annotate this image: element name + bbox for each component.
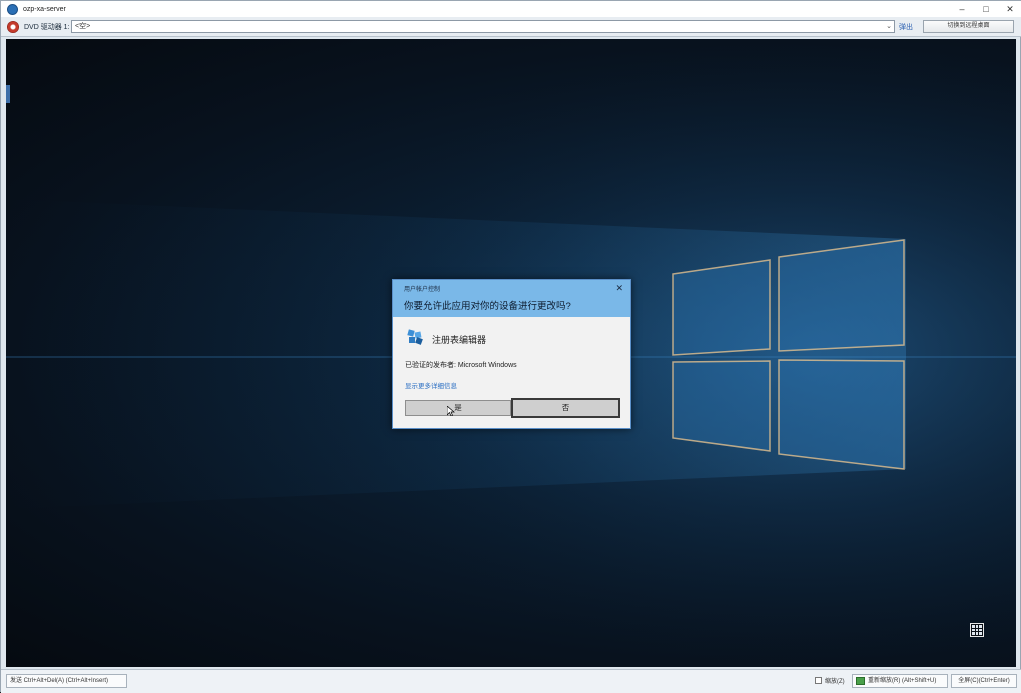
uac-caption: 用户帐户控制 bbox=[404, 287, 441, 293]
side-strip bbox=[6, 85, 10, 103]
switch-remote-desktop-button[interactable]: 切换到远程桌面 bbox=[923, 20, 1014, 33]
toolbar: DVD 驱动器 1: <空> ⌄ 弹出 切换到远程桌面 bbox=[1, 17, 1021, 37]
status-bar: 发送 Ctrl+Alt+Del(A) (Ctrl+Alt+Insert) 缩放(… bbox=[1, 669, 1021, 693]
window-controls: – □ ✕ bbox=[950, 1, 1021, 17]
vm-console-window: ozp-xa-server – □ ✕ DVD 驱动器 1: <空> ⌄ 弹出 … bbox=[0, 0, 1021, 693]
uac-close-icon[interactable]: ✕ bbox=[615, 283, 623, 294]
uac-no-button[interactable]: 否 bbox=[511, 398, 620, 418]
mouse-pointer-icon bbox=[447, 406, 455, 416]
uac-header: 用户帐户控制 ✕ 你要允许此应用对你的设备进行更改吗? bbox=[393, 280, 630, 317]
title-bar: ozp-xa-server – □ ✕ bbox=[1, 1, 1021, 17]
registry-editor-icon bbox=[407, 329, 423, 345]
monitor-icon bbox=[856, 677, 865, 685]
dvd-drive-icon bbox=[7, 20, 19, 33]
uac-question: 你要允许此应用对你的设备进行更改吗? bbox=[404, 301, 571, 312]
dvd-drive-select[interactable]: <空> ⌄ bbox=[71, 20, 895, 33]
rescale-label: 重新缩放(R) (Alt+Shift+U) bbox=[868, 678, 937, 684]
minimize-button[interactable]: – bbox=[950, 1, 974, 17]
dvd-drive-value: <空> bbox=[75, 23, 91, 30]
keyboard-layout-icon[interactable] bbox=[970, 623, 984, 637]
zoom-label: 缩放(Z) bbox=[825, 679, 845, 685]
uac-dialog: 用户帐户控制 ✕ 你要允许此应用对你的设备进行更改吗? 注册表编辑器 已验证的发… bbox=[392, 279, 631, 429]
maximize-button[interactable]: □ bbox=[974, 1, 998, 17]
send-ctrl-alt-del-button[interactable]: 发送 Ctrl+Alt+Del(A) (Ctrl+Alt+Insert) bbox=[6, 674, 127, 688]
zoom-checkbox[interactable]: 缩放(Z) bbox=[815, 676, 845, 685]
window-title: ozp-xa-server bbox=[23, 5, 66, 13]
eject-link[interactable]: 弹出 bbox=[899, 22, 913, 32]
uac-more-details-link[interactable]: 显示更多详细信息 bbox=[405, 380, 457, 390]
uac-publisher: 已验证的发布者: Microsoft Windows bbox=[405, 362, 517, 369]
rescale-button[interactable]: 重新缩放(R) (Alt+Shift+U) bbox=[852, 674, 948, 688]
vm-console-icon bbox=[7, 3, 18, 15]
close-button[interactable]: ✕ bbox=[998, 1, 1021, 17]
uac-yes-button[interactable]: 是 bbox=[405, 400, 511, 416]
dvd-drive-label: DVD 驱动器 1: bbox=[24, 23, 70, 31]
uac-app-name: 注册表编辑器 bbox=[432, 335, 487, 345]
chevron-down-icon: ⌄ bbox=[886, 23, 892, 30]
checkbox-icon[interactable] bbox=[815, 677, 822, 684]
fullscreen-button[interactable]: 全屏(C)(Ctrl+Enter) bbox=[951, 674, 1017, 688]
